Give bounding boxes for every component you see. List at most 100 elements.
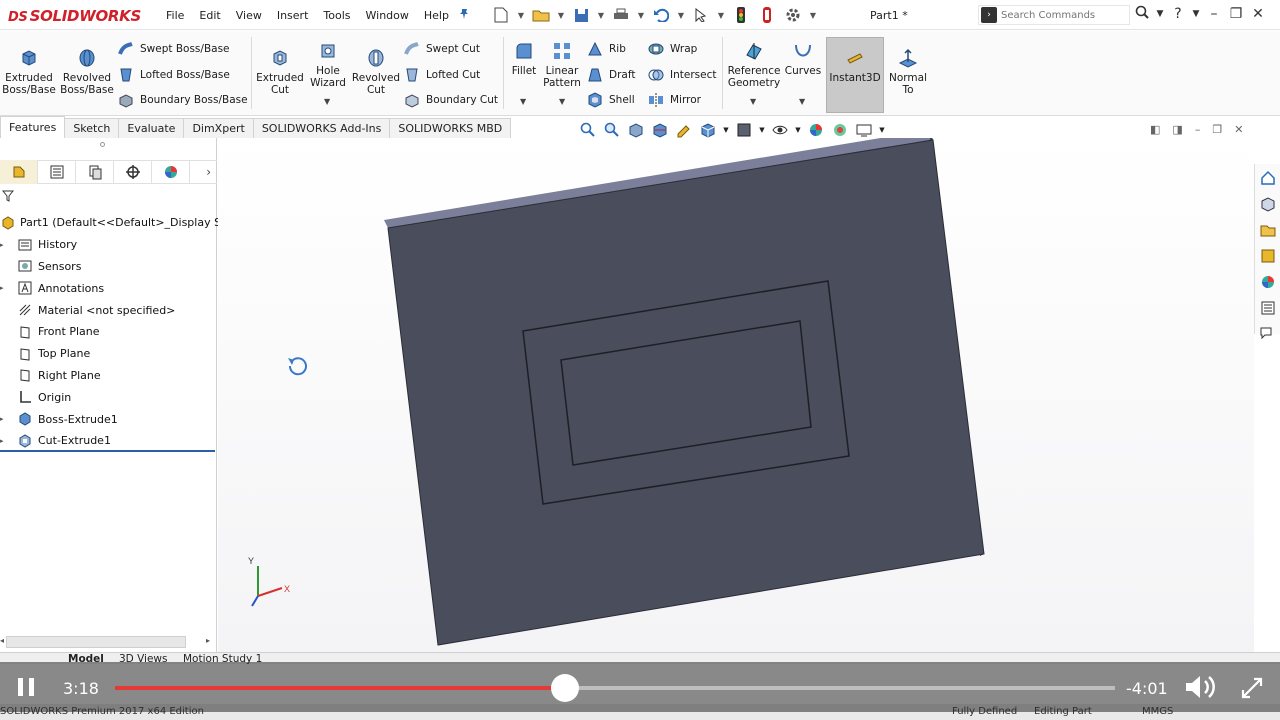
filter-icon[interactable] bbox=[1, 190, 15, 205]
close-viewport-icon[interactable]: ✕ bbox=[1234, 123, 1243, 136]
home-icon[interactable] bbox=[1256, 166, 1280, 190]
select-arrow-icon[interactable] bbox=[690, 6, 712, 24]
chevron-down-icon[interactable]: ▼ bbox=[520, 97, 526, 106]
reference-geometry-button[interactable]: Reference Geometry bbox=[726, 41, 782, 89]
tree-item-annotations[interactable]: ▸ Annotations bbox=[0, 277, 217, 299]
fillet-button[interactable]: Fillet bbox=[508, 41, 540, 77]
feature-manager-tab[interactable] bbox=[0, 160, 38, 184]
pin-icon[interactable] bbox=[458, 8, 470, 20]
boundary-cut-button[interactable]: Boundary Cut bbox=[404, 92, 498, 108]
search-icon[interactable] bbox=[1134, 5, 1150, 23]
draft-button[interactable]: Draft bbox=[587, 67, 635, 83]
help-icon[interactable]: ? bbox=[1170, 6, 1186, 22]
apply-scene-icon[interactable] bbox=[830, 121, 850, 139]
gear-icon[interactable] bbox=[782, 6, 804, 24]
minimize-viewport-icon[interactable]: – bbox=[1195, 123, 1201, 136]
restore-icon[interactable]: ❐ bbox=[1228, 6, 1244, 22]
tree-item-history[interactable]: ▸ History bbox=[0, 234, 217, 256]
tab-sketch[interactable]: Sketch bbox=[64, 118, 120, 138]
chevron-down-icon[interactable]: ▼ bbox=[596, 6, 606, 24]
tile-right-icon[interactable]: ◨ bbox=[1172, 123, 1182, 136]
menu-window[interactable]: Window bbox=[366, 9, 409, 22]
close-icon[interactable]: ✕ bbox=[1250, 6, 1266, 22]
view-orientation-icon[interactable] bbox=[698, 121, 718, 139]
design-library-icon[interactable] bbox=[1256, 192, 1280, 216]
edit-appearance-icon[interactable] bbox=[806, 121, 826, 139]
tree-item-boss-extrude1[interactable]: ▸ Boss-Extrude1 bbox=[0, 408, 217, 430]
menu-edit[interactable]: Edit bbox=[199, 9, 220, 22]
traffic-light-icon[interactable] bbox=[730, 6, 752, 24]
scroll-right-icon[interactable]: ▸ bbox=[206, 636, 210, 645]
chevron-down-icon[interactable]: ▼ bbox=[722, 121, 730, 139]
solidworks-logo[interactable]: DS SOLIDWORKS bbox=[8, 7, 141, 25]
tree-item-top-plane[interactable]: Top Plane bbox=[0, 343, 217, 365]
tree-item-material[interactable]: Material <not specified> bbox=[0, 299, 217, 321]
open-folder-icon[interactable] bbox=[530, 6, 552, 24]
tree-item-cut-extrude1[interactable]: ▸ Cut-Extrude1 bbox=[0, 430, 217, 452]
minimize-icon[interactable]: – bbox=[1206, 6, 1222, 22]
curves-button[interactable]: Curves bbox=[784, 41, 822, 77]
zoom-to-area-icon[interactable] bbox=[602, 121, 622, 139]
chevron-down-icon[interactable]: ▼ bbox=[676, 6, 686, 24]
mirror-button[interactable]: Mirror bbox=[648, 92, 701, 108]
swept-cut-button[interactable]: Swept Cut bbox=[404, 41, 480, 57]
tab-solidworks-mbd[interactable]: SOLIDWORKS MBD bbox=[389, 118, 512, 138]
chevron-down-icon[interactable]: ▼ bbox=[878, 121, 886, 139]
tree-root-part[interactable]: Part1 (Default<<Default>_Display State bbox=[0, 212, 243, 234]
rebuild-icon[interactable] bbox=[756, 6, 778, 24]
fullscreen-icon[interactable] bbox=[1240, 676, 1264, 700]
expand-icon[interactable]: ▸ bbox=[0, 437, 6, 445]
graphics-area[interactable]: Y X bbox=[218, 130, 1254, 652]
chevron-down-icon[interactable]: ▼ bbox=[808, 6, 818, 24]
hole-wizard-button[interactable]: Hole Wizard bbox=[306, 41, 350, 89]
expand-icon[interactable]: ▸ bbox=[0, 415, 6, 423]
chevron-down-icon[interactable]: ▼ bbox=[799, 97, 805, 106]
appearances-icon[interactable] bbox=[1256, 270, 1280, 294]
video-scrubber-handle[interactable] bbox=[551, 674, 579, 702]
display-manager-tab[interactable] bbox=[152, 160, 190, 184]
normal-to-button[interactable]: Normal To bbox=[886, 48, 930, 96]
volume-icon[interactable] bbox=[1184, 674, 1220, 700]
extruded-cut-button[interactable]: Extruded Cut bbox=[256, 48, 304, 96]
extruded-boss-base-button[interactable]: Extruded Boss/Base bbox=[2, 48, 56, 96]
menu-file[interactable]: File bbox=[166, 9, 184, 22]
intersect-button[interactable]: Intersect bbox=[648, 67, 716, 83]
previous-view-icon[interactable] bbox=[626, 121, 646, 139]
shell-button[interactable]: Shell bbox=[587, 92, 635, 108]
menu-view[interactable]: View bbox=[236, 9, 262, 22]
chevron-right-icon[interactable]: › bbox=[206, 165, 211, 179]
rib-button[interactable]: Rib bbox=[587, 41, 626, 57]
new-document-icon[interactable] bbox=[490, 6, 512, 24]
linear-pattern-button[interactable]: Linear Pattern bbox=[542, 41, 582, 89]
file-explorer-icon[interactable] bbox=[1256, 218, 1280, 242]
chevron-down-icon[interactable]: ▼ bbox=[716, 6, 726, 24]
display-style-icon[interactable] bbox=[734, 121, 754, 139]
dimxpert-manager-tab[interactable] bbox=[114, 160, 152, 184]
chevron-down-icon[interactable]: ▼ bbox=[556, 6, 566, 24]
chevron-down-icon[interactable]: ▼ bbox=[1156, 9, 1164, 19]
dynamic-annotation-icon[interactable] bbox=[674, 121, 694, 139]
scroll-left-icon[interactable]: ◂ bbox=[0, 636, 4, 645]
lofted-cut-button[interactable]: Lofted Cut bbox=[404, 67, 480, 83]
configuration-manager-tab[interactable] bbox=[76, 160, 114, 184]
tree-item-sensors[interactable]: Sensors bbox=[0, 256, 217, 278]
zoom-to-fit-icon[interactable] bbox=[578, 121, 598, 139]
restore-viewport-icon[interactable]: ❐ bbox=[1212, 123, 1222, 136]
tab-solidworks-add-ins[interactable]: SOLIDWORKS Add-Ins bbox=[252, 118, 391, 138]
video-progress-track[interactable] bbox=[115, 674, 1115, 702]
expand-icon[interactable]: ▸ bbox=[0, 241, 6, 249]
chevron-down-icon[interactable]: ▼ bbox=[516, 6, 526, 24]
horizontal-scrollbar[interactable] bbox=[6, 636, 186, 648]
pause-icon[interactable] bbox=[16, 677, 36, 697]
menu-tools[interactable]: Tools bbox=[323, 9, 350, 22]
search-input[interactable] bbox=[1001, 9, 1121, 21]
chevron-down-icon[interactable]: ▼ bbox=[324, 97, 330, 106]
chevron-down-icon[interactable]: ▼ bbox=[559, 97, 565, 106]
tab-dimxpert[interactable]: DimXpert bbox=[183, 118, 254, 138]
forum-icon[interactable] bbox=[1256, 322, 1280, 346]
chevron-down-icon[interactable]: ▼ bbox=[758, 121, 766, 139]
menu-help[interactable]: Help bbox=[424, 9, 449, 22]
boundary-boss-base-button[interactable]: Boundary Boss/Base bbox=[118, 92, 248, 108]
hide-show-items-icon[interactable] bbox=[770, 121, 790, 139]
view-palette-icon[interactable] bbox=[1256, 244, 1280, 268]
